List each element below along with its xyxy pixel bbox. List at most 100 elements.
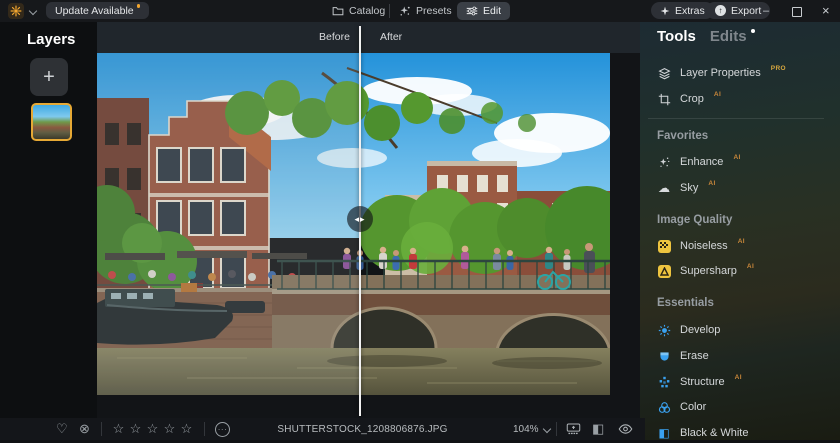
tool-item-develop[interactable]: Develop [657,320,720,340]
tab-catalog[interactable]: Catalog [332,2,385,20]
zoom-control[interactable]: 104% [513,424,550,435]
minimize-button[interactable]: – [763,0,769,22]
ai-badge: AI [735,374,742,381]
tool-label: Noiseless [680,240,728,252]
layers-panel-title: Layers [27,31,75,48]
plus-icon: + [43,66,55,89]
tool-item-color[interactable]: Color [657,397,706,417]
tool-label: Structure [680,376,725,388]
star-icon[interactable]: ☆ [161,421,178,437]
tool-item-noiseless[interactable]: Noiseless AI [657,236,745,256]
tool-label: Color [680,401,706,413]
tools-panel-tabs: Tools Edits [657,28,755,45]
tab-presets[interactable]: Presets [399,2,452,20]
before-after-handle[interactable]: ◂▸ [347,206,373,232]
layers-icon [657,67,671,80]
tab-catalog-label: Catalog [349,5,385,17]
statusbar-divider [101,422,102,436]
sparkles-icon [399,5,411,17]
layer-thumbnail-selected[interactable] [31,103,72,141]
noiseless-icon [657,240,671,253]
tool-label: Supersharp [680,265,737,277]
app-menu-chevron-icon[interactable] [29,7,37,15]
tool-item-sky[interactable]: ☁ Sky AI [657,178,716,198]
tools-panel: Tools Edits Layer Properties PRO Crop AI… [640,22,840,440]
tool-label: Layer Properties [680,67,761,79]
histogram-panel-icon[interactable] [566,418,581,440]
extras-button[interactable]: Extras [651,2,714,19]
nav-divider [389,4,390,18]
ai-badge: AI [733,154,740,161]
compare-strip: Before After [97,22,640,53]
eraser-icon [657,350,671,363]
tool-item-enhance[interactable]: Enhance AI [657,152,741,172]
tool-label: Erase [680,350,709,362]
reject-icon[interactable]: ⊗ [79,418,90,440]
filename-label: SHUTTERSTOCK_1208806876.JPG [270,424,455,435]
before-overlay [97,53,361,395]
layers-panel: Layers + [0,22,97,418]
status-bar: ♡ ⊗ ☆ ☆ ☆ ☆ ☆ ··· SHUTTERSTOCK_120880687… [0,418,645,440]
statusbar-divider [556,422,557,436]
star-icon[interactable]: ☆ [110,421,127,437]
eye-preview-icon[interactable] [618,418,633,440]
tool-label: Enhance [680,156,723,168]
statusbar-divider [204,422,205,436]
folder-icon [332,5,344,17]
title-bar: Update Available Catalog Presets Edit Ex… [0,0,840,22]
enhance-icon [657,156,671,169]
tab-edit-label: Edit [483,5,501,17]
section-heading-essentials: Essentials [657,297,714,309]
tool-item-erase[interactable]: Erase [657,346,709,366]
update-available-label: Update Available [55,5,134,17]
cloud-icon: ☁ [657,181,671,195]
pro-badge: PRO [771,65,786,72]
export-arrow-icon: ↑ [715,5,726,16]
tool-item-crop[interactable]: Crop AI [657,89,721,109]
before-label: Before [319,31,350,43]
half-filled-square-icon: ◧ [657,426,671,440]
chevron-down-icon [542,424,550,432]
close-button[interactable]: × [822,0,830,22]
ellipsis-icon: ··· [215,422,230,437]
update-available-button[interactable]: Update Available [46,2,149,19]
more-options-button[interactable]: ··· [215,418,230,440]
extras-label: Extras [675,5,705,17]
tool-item-structure[interactable]: Structure AI [657,372,742,392]
star-icon[interactable]: ☆ [127,421,144,437]
four-point-star-icon [660,6,670,16]
export-button[interactable]: ↑ Export [706,2,770,19]
tool-item-supersharp[interactable]: Supersharp AI [657,261,754,281]
favorite-heart-icon[interactable]: ♡ [56,418,68,440]
tool-label: Black & White [680,427,748,439]
structure-icon [657,376,671,389]
star-icon[interactable]: ☆ [178,421,195,437]
sun-icon [657,324,671,337]
ai-badge: AI [714,91,721,98]
add-layer-button[interactable]: + [30,58,68,96]
app-logo-icon[interactable] [8,3,24,19]
crop-icon [657,93,671,106]
star-rating: ☆ ☆ ☆ ☆ ☆ [110,418,195,440]
update-notification-dot [137,4,141,8]
maximize-button[interactable] [792,7,802,17]
ai-badge: AI [708,180,715,187]
supersharp-icon [657,265,671,278]
tab-edits[interactable]: Edits [710,28,747,45]
color-circles-icon [657,401,671,414]
tab-tools[interactable]: Tools [657,28,696,45]
zoom-level-value: 104% [513,424,539,435]
tab-edit[interactable]: Edit [457,2,510,20]
tool-label: Develop [680,324,720,336]
compare-view-icon[interactable]: ◧ [592,418,604,440]
tool-label: Sky [680,182,698,194]
star-icon[interactable]: ☆ [144,421,161,437]
tool-label: Crop [680,93,704,105]
tool-item-layer-properties[interactable]: Layer Properties PRO [657,63,786,83]
section-heading-favorites: Favorites [657,130,708,142]
edits-notification-dot [751,29,755,33]
ai-badge: AI [747,263,754,270]
compare-arrows-icon: ◂▸ [354,214,365,225]
sliders-icon [466,5,478,17]
tool-item-black-white[interactable]: ◧ Black & White [657,423,748,443]
